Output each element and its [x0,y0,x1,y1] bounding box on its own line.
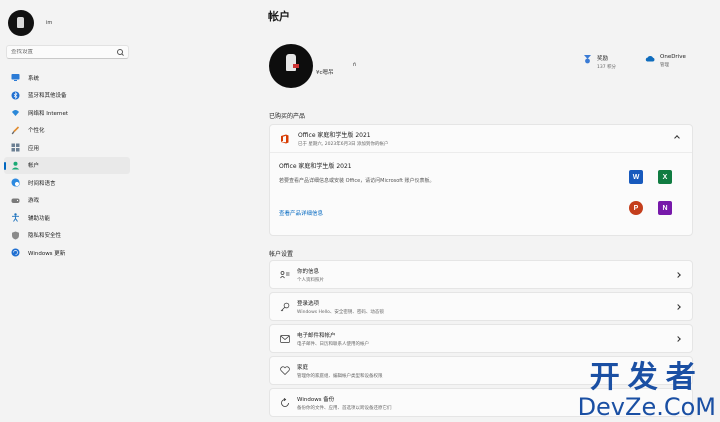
your-info-row[interactable]: 你的信息 个人资料照片 [269,260,693,289]
row-title: 你的信息 [297,268,320,275]
sidebar-item-label: 辅助功能 [28,215,51,222]
sidebar: im 系统 蓝牙和其他设备 网络和 Internet [0,0,140,422]
backup-icon [280,397,290,408]
email-accounts-row[interactable]: 电子邮件和帐户 电子邮件、日历和联系人使用的帐户 [269,324,693,353]
excel-icon: X [658,170,672,184]
row-title: Windows 备份 [297,396,335,403]
sidebar-item-system[interactable]: 系统 [4,69,130,87]
globe-clock-icon [11,178,20,187]
sidebar-item-accessibility[interactable]: 辅助功能 [4,209,130,227]
gamepad-icon [11,196,20,205]
sidebar-item-label: 应用 [28,145,40,152]
chevron-right-icon [675,368,681,374]
onedrive-link[interactable]: OneDrive 管理 [645,54,686,68]
office-product-name: Office 家庭和学生版 2021 [279,163,352,170]
sidebar-item-label: 网络和 Internet [28,110,69,117]
sign-in-options-row[interactable]: 登录选项 Windows Hello、安全密钥、密码、动态锁 [269,292,693,321]
person-card-icon [280,270,290,280]
chevron-right-icon [675,272,681,278]
mail-icon [280,334,290,344]
onedrive-title: OneDrive [660,54,686,60]
row-subtitle: Windows Hello、安全密钥、密码、动态锁 [297,309,384,315]
sidebar-item-label: 个性化 [28,128,45,135]
sidebar-item-personalization[interactable]: 个性化 [4,122,130,140]
sidebar-item-label: 时间和语言 [28,180,56,187]
windows-backup-row[interactable]: Windows 备份 备份你的文件、应用、首选项以跨设备还原它们 [269,388,693,417]
key-icon [280,302,290,312]
sidebar-item-network[interactable]: 网络和 Internet [4,104,130,122]
office-logo-icon [281,134,289,143]
chevron-right-icon [675,304,681,310]
row-title: 家庭 [297,364,309,371]
office-title: Office 家庭和学生版 2021 [298,132,371,139]
cloud-icon [645,56,655,62]
row-subtitle: 电子邮件、日历和联系人使用的帐户 [297,341,369,347]
sidebar-item-label: 蓝牙和其他设备 [28,93,67,100]
account-icon [11,161,20,170]
sidebar-item-apps[interactable]: 应用 [4,139,130,157]
sidebar-nav: 系统 蓝牙和其他设备 网络和 Internet 个性化 应用 帐户 时间和语言 … [4,69,130,262]
search-box[interactable] [6,45,129,59]
page-title: 帐户 [268,10,290,23]
word-icon: W [629,170,643,184]
sidebar-item-label: 帐户 [28,163,40,170]
rewards-icon [584,55,591,64]
rewards-link[interactable]: 奖励 137 积分 [583,54,616,70]
sidebar-item-gaming[interactable]: 游戏 [4,192,130,210]
rewards-points: 137 积分 [597,65,617,70]
row-subtitle: 个人资料照片 [297,277,324,283]
purchased-products-heading: 已购买的产品 [269,113,306,120]
sidebar-item-windows-update[interactable]: Windows 更新 [4,244,130,262]
sidebar-item-accounts[interactable]: 帐户 [4,156,130,174]
avatar [8,10,34,36]
search-icon[interactable] [117,48,124,56]
onedrive-manage: 管理 [660,63,669,68]
monitor-icon [11,73,20,82]
network-icon [11,108,20,117]
sidebar-item-time-language[interactable]: 时间和语言 [4,174,130,192]
update-icon [11,248,20,257]
accessibility-icon [11,213,20,222]
profile-name: im [46,20,53,26]
family-row[interactable]: 家庭 管理你的家庭组、编辑帐户类型和设备权限 [269,356,693,385]
account-settings-heading: 帐户设置 [269,251,294,258]
sidebar-item-privacy[interactable]: 隐私和安全性 [4,227,130,245]
shield-icon [11,231,20,240]
chevron-up-icon[interactable] [674,135,680,141]
sidebar-item-label: 系统 [28,75,40,82]
office-card-header[interactable]: Office 家庭和学生版 2021 已于 星期六, 2023年6月3日 添加到… [270,125,692,153]
heart-icon [280,366,290,376]
office-description: 若要查看产品详细信息或安装 Office，请访问Microsoft 账户仪表板。 [279,178,435,184]
sidebar-item-label: 隐私和安全性 [28,233,62,240]
powerpoint-icon: P [629,201,643,215]
rewards-title: 奖励 [597,56,609,62]
onenote-icon: N [658,201,672,215]
account-avatar [269,44,313,88]
row-subtitle: 管理你的家庭组、编辑帐户类型和设备权限 [297,373,383,379]
search-input[interactable] [11,49,117,55]
office-product-card: Office 家庭和学生版 2021 已于 星期六, 2023年6月3日 添加到… [269,124,693,236]
sidebar-profile[interactable]: im [8,10,52,36]
account-username-extra: ñ [353,62,357,68]
sidebar-item-bluetooth[interactable]: 蓝牙和其他设备 [4,87,130,105]
apps-icon [11,143,20,152]
row-title: 登录选项 [297,300,320,307]
view-product-details-link[interactable]: 查看产品详细信息 [279,209,323,217]
brush-icon [11,126,20,135]
account-username: ¥c嗯吊 [316,70,334,76]
chevron-right-icon [675,336,681,342]
sidebar-item-label: Windows 更新 [28,250,66,257]
row-subtitle: 备份你的文件、应用、首选项以跨设备还原它们 [297,405,392,411]
bluetooth-icon [11,91,20,100]
office-card-body: Office 家庭和学生版 2021 若要查看产品详细信息或安装 Office，… [270,153,692,235]
sidebar-item-label: 游戏 [28,198,40,205]
row-title: 电子邮件和帐户 [297,332,336,339]
office-added-date: 已于 星期六, 2023年6月3日 添加到你的帐户 [298,142,389,147]
main-content: 帐户 ¥c嗯吊 ñ 奖励 137 积分 OneDrive 管理 已购买的产品 O… [140,0,720,422]
